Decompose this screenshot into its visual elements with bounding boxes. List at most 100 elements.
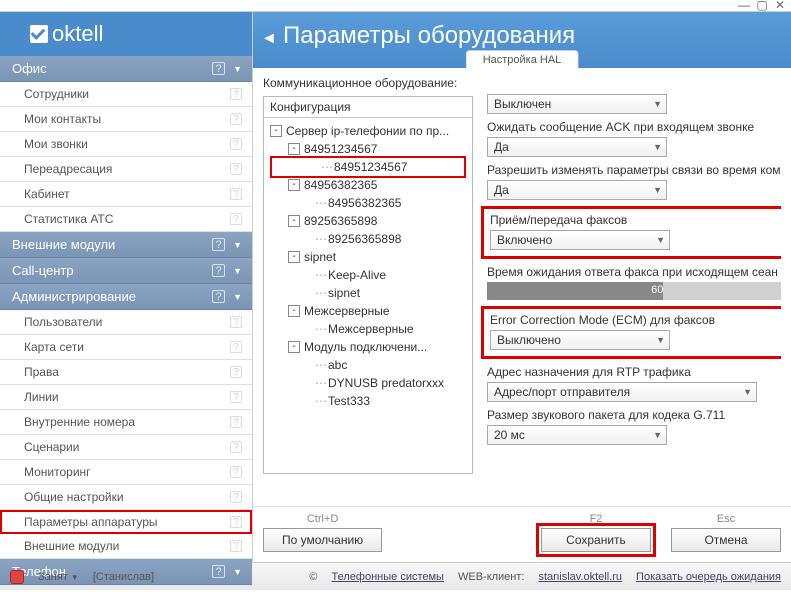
tree-label: abc [328,358,347,372]
nav-item[interactable]: Мои звонки? [0,132,252,157]
nav-section[interactable]: Администрирование?▼ [0,284,252,310]
help-icon[interactable]: ? [230,138,242,150]
maximize-button[interactable]: ▢ [755,0,769,12]
save-button[interactable]: Сохранить [541,528,651,552]
help-icon[interactable]: ? [230,466,242,478]
select-rtp[interactable]: Адрес/порт отправителя▼ [487,382,757,402]
label-allow-change: Разрешить изменять параметры связи во вр… [487,163,781,177]
tree-label: DYNUSB predatorxxx [328,376,444,390]
tree-toggle-icon[interactable]: - [288,143,300,155]
nav-item[interactable]: Мои контакты? [0,107,252,132]
select-ecm[interactable]: Выключено▼ [490,330,670,350]
nav-item[interactable]: Сотрудники? [0,82,252,107]
tree-node[interactable]: ⋯Keep-Alive [266,266,470,284]
select-g711[interactable]: 20 мс▼ [487,425,667,445]
tree-node[interactable]: ⋯abc [266,356,470,374]
help-icon[interactable]: ? [230,113,242,125]
tree-node[interactable]: -Межсерверные [266,302,470,320]
select-f0[interactable]: Выключен▼ [487,94,667,114]
tree-node[interactable]: ⋯Межсерверные [266,320,470,338]
nav-item[interactable]: Статистика АТС? [0,207,252,232]
nav-section[interactable]: Офис?▼ [0,56,252,82]
tree-toggle-icon[interactable]: - [270,125,282,137]
titlebar: — ▢ ✕ [0,0,791,12]
tree-label: sipnet [304,250,336,264]
nav-item[interactable]: Мониторинг? [0,460,252,485]
help-icon[interactable]: ? [230,316,242,328]
nav-item[interactable]: Кабинет? [0,182,252,207]
config-tree[interactable]: Конфигурация -Сервер ip-телефонии по пр.… [263,96,473,474]
tree-toggle-icon[interactable]: - [288,179,300,191]
tree-node[interactable]: ⋯89256365898 [266,230,470,248]
select-allow-change[interactable]: Да▼ [487,180,667,200]
select-ack[interactable]: Да▼ [487,137,667,157]
tree-leaf-icon: ⋯ [314,376,328,390]
help-icon[interactable]: ? [212,264,225,277]
nav-item[interactable]: Права? [0,360,252,385]
minimize-button[interactable]: — [737,0,751,12]
tree-node[interactable]: ⋯84951234567 [270,156,466,178]
tree-leaf-icon: ⋯ [314,286,328,300]
tree-toggle-icon[interactable]: - [288,305,300,317]
nav-item[interactable]: Общие настройки? [0,485,252,510]
slider-fax-timeout[interactable]: 60 [487,282,781,300]
help-icon[interactable]: ? [230,366,242,378]
close-button[interactable]: ✕ [773,0,787,12]
nav-item[interactable]: Карта сети? [0,335,252,360]
help-icon[interactable]: ? [230,540,242,552]
default-button[interactable]: По умолчанию [263,528,382,552]
chevron-down-icon: ▼ [233,240,242,250]
chevron-down-icon: ▼ [233,64,242,74]
help-icon[interactable]: ? [230,88,242,100]
help-icon[interactable]: ? [230,163,242,175]
help-icon[interactable]: ? [230,391,242,403]
tree-leaf-icon: ⋯ [320,160,334,174]
help-icon[interactable]: ? [212,290,225,303]
tree-node[interactable]: -89256365898 [266,212,470,230]
tree-toggle-icon[interactable]: - [288,215,300,227]
nav-item[interactable]: Внешние модули? [0,534,252,559]
help-icon[interactable]: ? [230,341,242,353]
help-icon[interactable]: ? [212,565,225,578]
link-show-queue[interactable]: Показать очередь ожидания [636,571,781,583]
tree-node[interactable]: ⋯84956382365 [266,194,470,212]
help-icon[interactable]: ? [230,441,242,453]
tree-label: Keep-Alive [328,268,386,282]
tree-toggle-icon[interactable]: - [288,341,300,353]
cancel-button[interactable]: Отмена [671,528,781,552]
label-ack: Ожидать сообщение ACK при входящем звонк… [487,120,781,134]
tree-toggle-icon[interactable]: - [288,251,300,263]
nav-item[interactable]: Сценарии? [0,435,252,460]
tree-node[interactable]: ⋯sipnet [266,284,470,302]
tree-node[interactable]: -84956382365 [266,176,470,194]
help-icon[interactable]: ? [212,62,225,75]
help-icon[interactable]: ? [230,416,242,428]
tree-node[interactable]: -sipnet [266,248,470,266]
tree-node[interactable]: -Модуль подключени... [266,338,470,356]
nav-item[interactable]: Пользователи? [0,310,252,335]
select-fax[interactable]: Включено▼ [490,230,670,250]
help-icon[interactable]: ? [230,213,242,225]
nav-section[interactable]: Call-центр?▼ [0,258,252,284]
nav-item[interactable]: Внутренние номера? [0,410,252,435]
tree-node[interactable]: ⋯DYNUSB predatorxxx [266,374,470,392]
help-icon[interactable]: ? [230,188,242,200]
status-indicator-icon[interactable] [10,570,24,584]
hint-save: F2 [590,513,603,525]
back-icon[interactable]: ◄ [261,30,277,48]
help-icon[interactable]: ? [212,238,225,251]
help-icon[interactable]: ? [230,516,242,528]
button-row: Ctrl+D По умолчанию F2 Сохранить Esc Отм… [253,506,791,562]
nav-item[interactable]: Линии? [0,385,252,410]
nav-section[interactable]: Внешние модули?▼ [0,232,252,258]
slider-value: 60 [651,284,663,296]
status-busy[interactable]: Занят ▼ [38,571,79,583]
tab-hal[interactable]: Настройка HAL [466,50,579,69]
help-icon[interactable]: ? [230,491,242,503]
link-web-client[interactable]: stanislav.oktell.ru [538,571,622,583]
nav-item[interactable]: Переадресация? [0,157,252,182]
tree-node[interactable]: ⋯Test333 [266,392,470,410]
nav-item[interactable]: Параметры аппаратуры? [0,510,252,534]
link-phone-systems[interactable]: Телефонные системы [332,571,444,583]
tree-node[interactable]: -Сервер ip-телефонии по пр... [266,122,470,140]
